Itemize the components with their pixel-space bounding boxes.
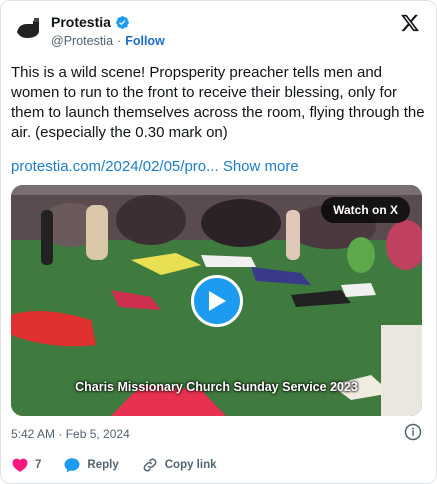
avatar[interactable] xyxy=(11,12,45,46)
heart-icon xyxy=(12,458,28,472)
reply-bubble-icon xyxy=(64,458,80,473)
separator-dot: · xyxy=(117,34,122,48)
reply-button[interactable]: Reply xyxy=(63,456,119,474)
tweet-text: This is a wild scene! Propsperity preach… xyxy=(11,64,425,141)
reply-label: Reply xyxy=(87,459,119,471)
video-thumbnail[interactable]: Watch on X Charis Missionary Church Sund… xyxy=(11,185,422,416)
watch-on-x-badge[interactable]: Watch on X xyxy=(321,197,410,223)
author-handle-row: @Protestia · Follow xyxy=(51,34,165,48)
tweet-actions: 7 Reply Copy link xyxy=(11,456,239,474)
copy-link-button[interactable]: Copy link xyxy=(141,456,217,474)
copy-link-label: Copy link xyxy=(164,459,217,471)
follow-button[interactable]: Follow xyxy=(125,34,165,48)
play-button[interactable] xyxy=(191,275,243,327)
video-caption: Charis Missionary Church Sunday Service … xyxy=(75,380,358,394)
tweet-link-row: protestia.com/2024/02/05/pro... Show mor… xyxy=(11,158,299,175)
protestia-logo-icon xyxy=(11,12,45,46)
x-logo-icon[interactable] xyxy=(400,13,420,33)
tweet-timestamp[interactable]: 5:42 AM · Feb 5, 2024 xyxy=(11,427,130,441)
tweet-link[interactable]: protestia.com/2024/02/05/pro... xyxy=(11,158,219,175)
play-icon xyxy=(209,291,226,311)
author-name-row: Protestia xyxy=(51,14,130,30)
info-icon[interactable] xyxy=(404,423,422,441)
author-name[interactable]: Protestia xyxy=(51,14,111,30)
show-more-link[interactable]: Show more xyxy=(223,158,299,175)
like-button[interactable]: 7 xyxy=(11,456,41,474)
link-icon xyxy=(143,458,157,472)
author-handle[interactable]: @Protestia xyxy=(51,34,113,48)
tweet-card: Protestia @Protestia · Follow This is a … xyxy=(0,0,437,484)
like-count: 7 xyxy=(35,459,42,471)
verified-badge-icon xyxy=(116,15,129,29)
